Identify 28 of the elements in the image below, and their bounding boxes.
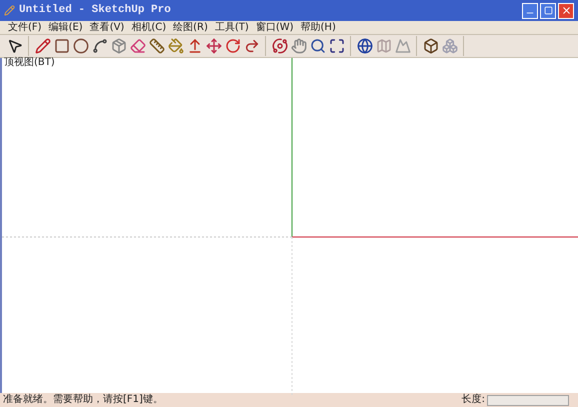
menu-item[interactable]: 窗口(W) [256,22,294,32]
orbit-tool-button[interactable] [271,36,288,56]
close-icon [560,5,572,16]
move-tool-button[interactable] [205,36,222,56]
menu-item[interactable]: 查看(V) [90,22,124,32]
hand-tool-button[interactable] [290,36,307,56]
minimize-button[interactable] [522,2,538,18]
menu-item[interactable]: 相机(C) [131,22,166,32]
maximize-button[interactable] [540,2,556,18]
ruler-tool-button[interactable] [148,36,165,56]
globe-tool-button[interactable] [356,36,373,56]
menu-item[interactable]: 文件(F) [8,22,42,32]
status-message: 准备就绪。需要帮助，请按[F1]键。 [3,395,163,405]
pencil-tool-button[interactable] [34,36,51,56]
paint-bucket-tool-button[interactable] [167,36,184,56]
circle-tool-button[interactable] [72,36,89,56]
component-tool-button[interactable] [422,36,439,56]
menu-item[interactable]: 绘图(R) [173,22,208,32]
app-icon [4,5,15,16]
measurement-label: 长度: [462,395,485,405]
close-button[interactable] [558,2,574,18]
menu-item[interactable]: 帮助(H) [300,22,336,32]
measurement-field[interactable] [487,394,569,406]
window-title: Untitled - SketchUp Pro [19,3,171,18]
maximize-icon [544,6,552,15]
view-label: 顶视图(BT) [4,58,55,68]
menu-item[interactable]: 工具(T) [214,22,249,32]
menu-item[interactable]: 编辑(E) [48,22,83,32]
